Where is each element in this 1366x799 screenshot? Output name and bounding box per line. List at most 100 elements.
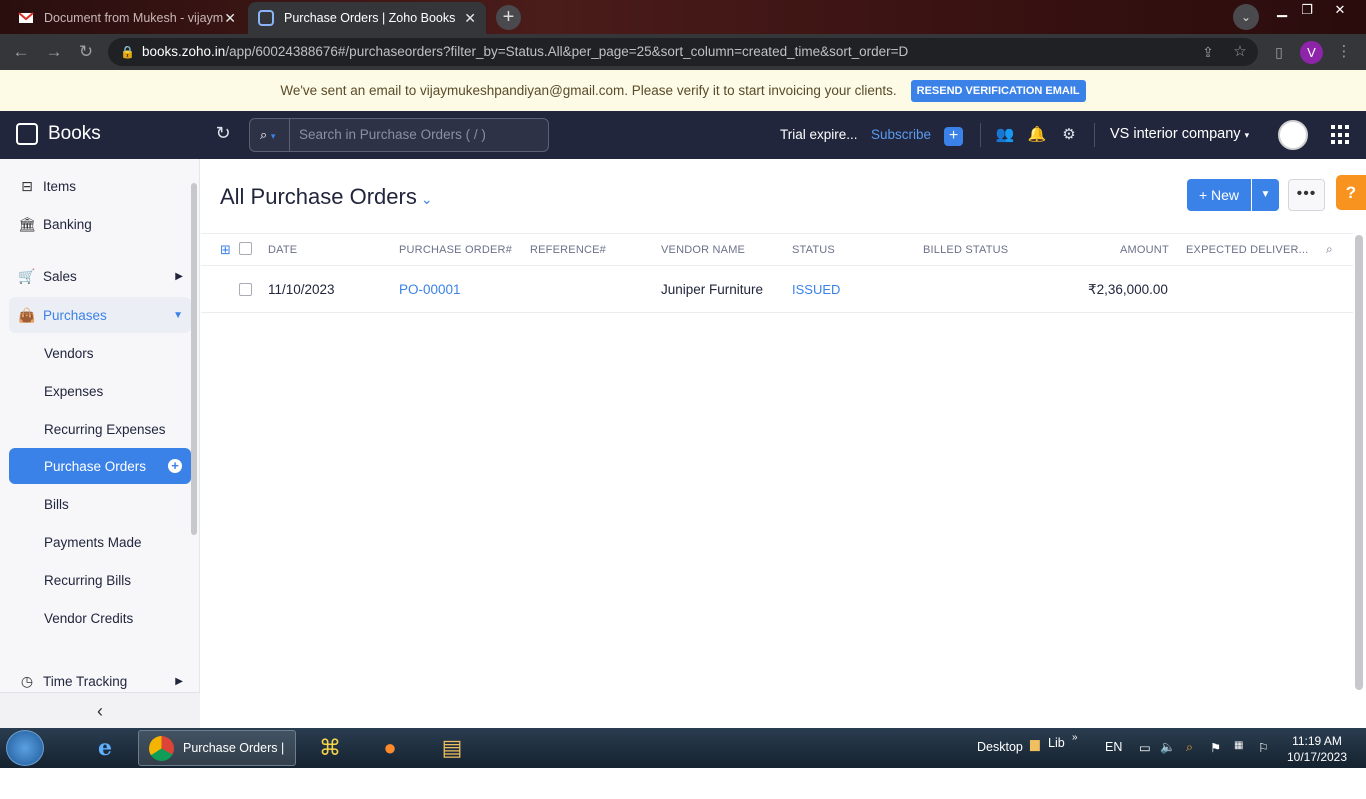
search-input[interactable]: ⌕ ▾ Search in Purchase Orders ( / ) — [249, 118, 549, 152]
new-tab-button[interactable]: + — [496, 5, 521, 30]
books-logo[interactable]: Books — [16, 123, 101, 145]
taskbar-chrome-window[interactable]: Purchase Orders | ... — [138, 730, 296, 789]
chevron-right-icon: ▶ — [175, 270, 183, 282]
start-button[interactable] — [6, 730, 44, 766]
close-icon[interactable]: ✕ — [464, 10, 476, 27]
tab-gmail[interactable]: Document from Mukesh - vijaym ✕ — [8, 2, 246, 34]
collapse-sidebar-button[interactable]: ‹ — [0, 692, 200, 728]
share-icon[interactable]: ⇪ — [1197, 42, 1219, 64]
new-dropdown-button[interactable]: ▼ — [1252, 179, 1279, 211]
sidebar-item-label: Time Tracking — [43, 673, 128, 689]
table-row[interactable]: 11/10/2023 PO-00001 Juniper Furniture IS… — [201, 266, 1353, 313]
help-button[interactable]: ? — [1336, 175, 1366, 210]
sidebar-item-bills[interactable]: Bills — [9, 486, 191, 522]
url-host: books.zoho.in — [142, 44, 226, 59]
row-checkbox[interactable] — [239, 283, 252, 296]
organization-switcher[interactable]: VS interior company ▾ — [1110, 126, 1249, 142]
column-expected-delivery[interactable]: EXPECTED DELIVER... — [1186, 244, 1308, 256]
sidebar-item-expenses[interactable]: Expenses — [9, 373, 191, 409]
network-icon[interactable]: ▭ — [1139, 740, 1151, 755]
main-scrollbar[interactable] — [1355, 235, 1363, 690]
close-window-icon[interactable]: ✕ — [1327, 2, 1353, 22]
reload-icon[interactable]: ↻ — [75, 42, 97, 64]
table-header: ⊞ DATE PURCHASE ORDER# REFERENCE# VENDOR… — [201, 233, 1353, 266]
firefox-icon[interactable]: ● — [370, 732, 410, 764]
security-icon[interactable]: ⚑ — [1210, 740, 1221, 755]
keyboard-icon[interactable]: ▦ — [1234, 740, 1243, 751]
sidebar-item-payments-made[interactable]: Payments Made — [9, 524, 191, 560]
restore-icon[interactable]: ❐ — [1294, 2, 1320, 22]
apps-grid-icon[interactable] — [1331, 125, 1351, 145]
recent-activity-icon[interactable]: ↻ — [213, 123, 233, 144]
column-po-number[interactable]: PURCHASE ORDER# — [399, 244, 512, 256]
more-options-button[interactable]: ••• — [1288, 179, 1325, 211]
sidebar-item-vendors[interactable]: Vendors — [9, 335, 191, 371]
tab-zoho-books[interactable]: Purchase Orders | Zoho Books ✕ — [248, 2, 486, 34]
minimize-icon[interactable]: ▁ — [1269, 2, 1295, 22]
column-settings-icon[interactable]: ⊞ — [220, 242, 231, 258]
profile-avatar[interactable]: V — [1300, 41, 1323, 64]
address-bar[interactable]: 🔒 books.zoho.in/app/60024388676#/purchas… — [108, 38, 1258, 66]
libraries-toolbar[interactable]: Lib — [1048, 736, 1065, 750]
windows-taskbar: e Purchase Orders | ... ⌘ ● ▤ Desktop ▆ … — [0, 728, 1366, 789]
sidebar-item-label: Payments Made — [44, 534, 142, 550]
menu-kebab-icon[interactable]: ⋮ — [1333, 42, 1355, 64]
cart-icon: 🛒 — [18, 267, 36, 284]
sidebar-item-sales[interactable]: 🛒 Sales ▶ — [9, 258, 191, 294]
sidebar-item-purchases[interactable]: 👜 Purchases ▼ — [9, 297, 191, 333]
sidebar-item-label: Purchases — [43, 307, 107, 323]
language-indicator[interactable]: EN — [1105, 740, 1122, 754]
new-button[interactable]: + New — [1187, 179, 1251, 211]
sidebar-scrollbar[interactable] — [191, 183, 197, 535]
row-po-number[interactable]: PO-00001 — [399, 282, 461, 297]
users-icon[interactable]: 👥 — [995, 125, 1015, 143]
user-avatar[interactable] — [1278, 120, 1308, 150]
url-path: /app/60024388676#/purchaseorders?filter_… — [225, 44, 909, 59]
resend-verification-button[interactable]: RESEND VERIFICATION EMAIL — [910, 79, 1086, 102]
column-amount[interactable]: AMOUNT — [1120, 244, 1169, 256]
sidebar-item-items[interactable]: ⊟ Items — [9, 168, 191, 204]
chevron-down-icon[interactable]: ⌄ — [421, 191, 433, 207]
page-title[interactable]: All Purchase Orders ⌄ — [220, 184, 433, 210]
close-icon[interactable]: ✕ — [224, 10, 236, 27]
sidebar-item-label: Recurring Expenses — [44, 421, 166, 437]
sidebar-item-vendor-credits[interactable]: Vendor Credits — [9, 600, 191, 636]
subscribe-link[interactable]: Subscribe — [871, 127, 931, 142]
python-icon[interactable]: ⌘ — [310, 732, 350, 764]
column-reference[interactable]: REFERENCE# — [530, 244, 606, 256]
column-billed-status[interactable]: BILLED STATUS — [923, 244, 1008, 256]
chevron-down-icon[interactable]: ⌄ — [1233, 4, 1259, 30]
desktop-toolbar[interactable]: Desktop — [977, 740, 1023, 754]
sidebar-item-purchase-orders[interactable]: Purchase Orders + — [9, 448, 191, 484]
gear-icon[interactable]: ⚙ — [1059, 125, 1079, 143]
select-all-checkbox[interactable] — [239, 242, 252, 255]
search-icon[interactable]: ⌕ — [1326, 242, 1333, 257]
tab-title: Purchase Orders | Zoho Books — [284, 11, 456, 25]
chevron-right-icon[interactable]: » — [1072, 732, 1078, 743]
chevron-right-icon: ▶ — [175, 675, 183, 687]
search-icon[interactable]: ⌕ ▾ — [260, 119, 290, 152]
internet-explorer-icon[interactable]: e — [85, 732, 125, 764]
sidebar-item-label: Sales — [43, 268, 77, 284]
side-panel-icon[interactable]: ▯ — [1268, 42, 1290, 64]
file-explorer-icon[interactable]: ▤ — [432, 732, 472, 764]
chrome-icon — [149, 736, 174, 761]
quick-create-button[interactable]: + — [944, 127, 963, 146]
system-clock[interactable]: 11:19 AM 10/17/2023 — [1282, 733, 1352, 765]
sidebar-item-recurring-expenses[interactable]: Recurring Expenses — [9, 411, 191, 447]
forward-icon[interactable]: → — [43, 42, 65, 64]
search-tray-icon[interactable]: ⌕ — [1186, 740, 1193, 755]
column-vendor-name[interactable]: VENDOR NAME — [661, 244, 745, 256]
sidebar-item-label: Purchase Orders — [44, 458, 147, 474]
add-purchase-order-icon[interactable]: + — [168, 459, 182, 473]
volume-icon[interactable]: 🔈 — [1160, 740, 1176, 755]
column-date[interactable]: DATE — [268, 244, 297, 256]
star-icon[interactable]: ☆ — [1229, 42, 1251, 64]
clock-date: 10/17/2023 — [1286, 750, 1348, 764]
column-status[interactable]: STATUS — [792, 244, 835, 256]
sidebar-item-recurring-bills[interactable]: Recurring Bills — [9, 562, 191, 598]
back-icon[interactable]: ← — [10, 42, 32, 64]
sidebar-item-banking[interactable]: 🏛 Banking — [9, 206, 191, 242]
bell-icon[interactable]: 🔔 — [1027, 125, 1047, 143]
flag-icon[interactable]: ⚐ — [1258, 740, 1269, 755]
